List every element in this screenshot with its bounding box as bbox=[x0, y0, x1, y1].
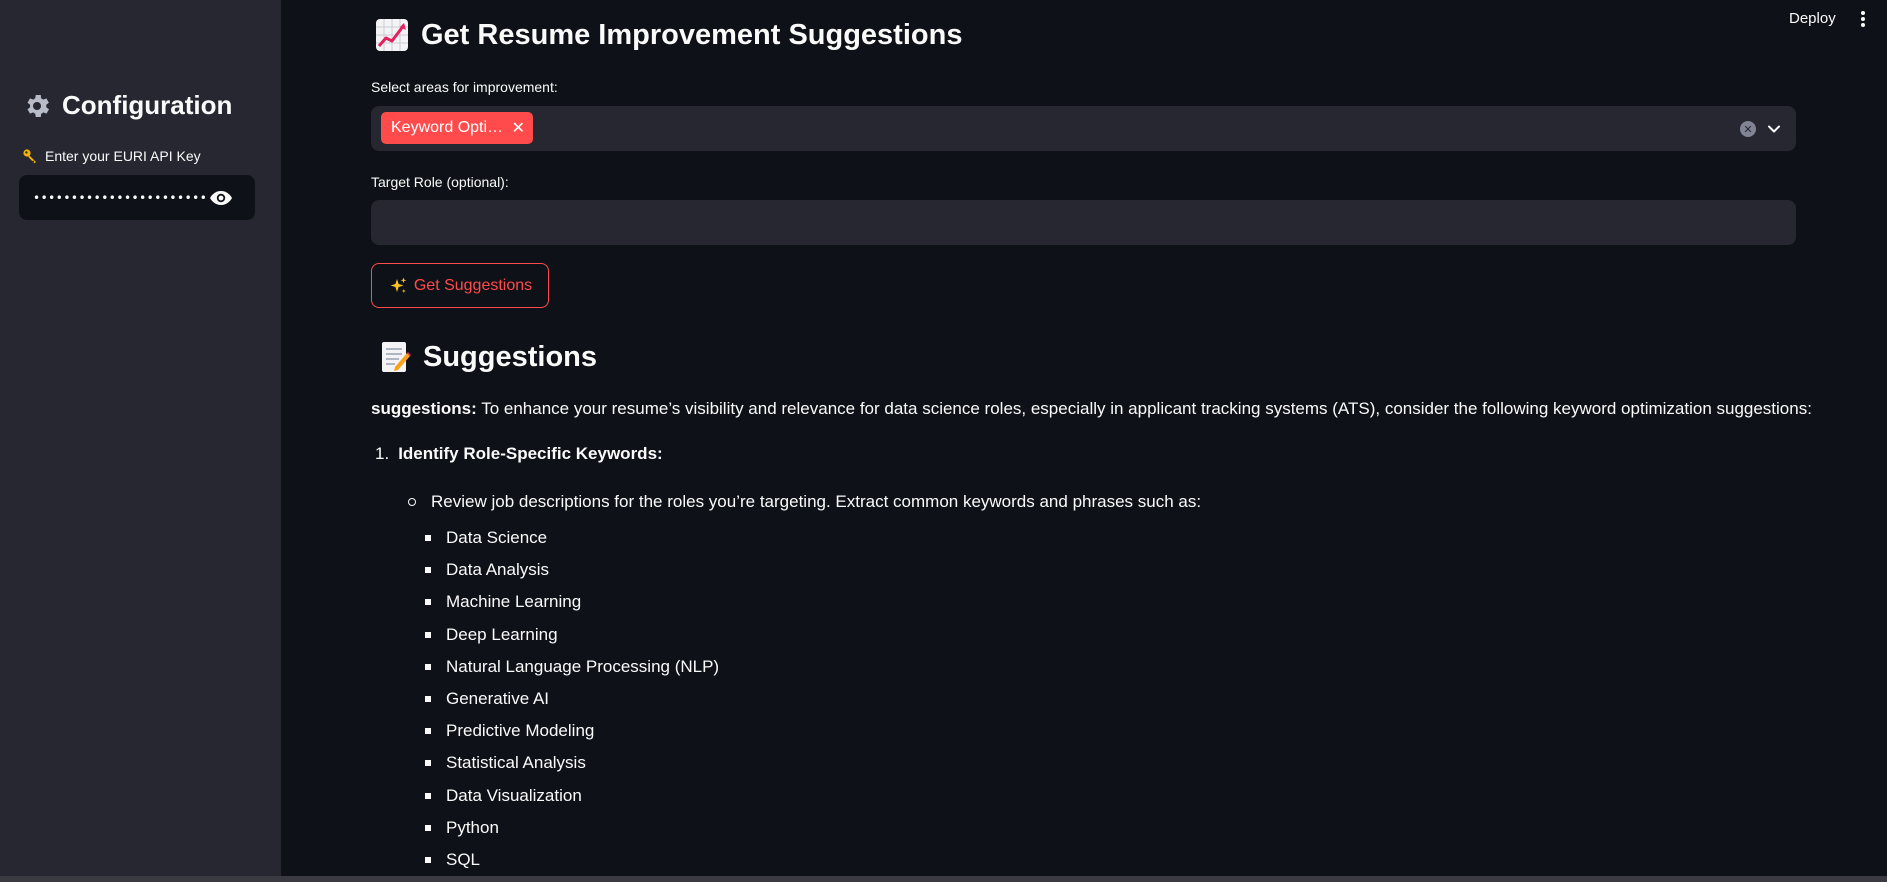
keyword-text: Predictive Modeling bbox=[446, 721, 595, 741]
keyword-item: Python bbox=[425, 812, 719, 844]
selected-area-tag-label: Keyword Optimi… bbox=[391, 119, 509, 136]
sidebar: Configuration Enter your EURI API Key ••… bbox=[0, 0, 281, 876]
square-bullet-icon bbox=[425, 567, 431, 574]
suggestions-intro-text: To enhance your resume’s visibility and … bbox=[476, 399, 1812, 418]
kebab-dot bbox=[1861, 23, 1865, 27]
app-root: Configuration Enter your EURI API Key ••… bbox=[0, 0, 1887, 882]
keyword-item: Natural Language Processing (NLP) bbox=[425, 651, 719, 683]
suggestions-intro: suggestions: To enhance your resume’s vi… bbox=[371, 399, 1821, 419]
keyword-item: Machine Learning bbox=[425, 586, 719, 618]
kebab-dot bbox=[1861, 17, 1865, 21]
keyword-text: Python bbox=[446, 817, 499, 837]
keyword-item: Generative AI bbox=[425, 683, 719, 715]
deploy-button[interactable]: Deploy bbox=[1789, 10, 1836, 27]
eye-icon[interactable] bbox=[209, 188, 233, 208]
sub-list-item: Review job descriptions for the roles yo… bbox=[408, 492, 1201, 512]
keyword-text: Data Visualization bbox=[446, 785, 582, 805]
selected-area-tag[interactable]: Keyword Optimi… ✕ bbox=[381, 112, 533, 144]
list-item: 1. Identify Role-Specific Keywords: bbox=[375, 444, 663, 464]
keyword-item: Data Analysis bbox=[425, 554, 719, 586]
target-role-input[interactable] bbox=[371, 200, 1796, 245]
keyword-item: Data Visualization bbox=[425, 780, 719, 812]
keyword-text: Data Analysis bbox=[446, 560, 549, 580]
target-role-label: Target Role (optional): bbox=[371, 174, 509, 190]
keyword-text: Machine Learning bbox=[446, 592, 582, 612]
get-suggestions-label: Get Suggestions bbox=[413, 276, 533, 294]
keyword-text: Natural Language Processing (NLP) bbox=[446, 656, 720, 676]
keyword-text: Deep Learning bbox=[446, 624, 558, 644]
sub-list-item-text: Review job descriptions for the roles yo… bbox=[431, 492, 1202, 511]
list-item-number: 1. bbox=[375, 444, 390, 463]
page-title: Get Resume Improvement Suggestions bbox=[375, 18, 962, 52]
bottom-scrollbar[interactable] bbox=[0, 876, 1887, 882]
api-key-input[interactable]: •••••••••••••••••••••••••••••••••••• bbox=[19, 175, 255, 220]
keyword-list: Data Science Data Analysis Machine Learn… bbox=[425, 522, 719, 876]
clear-all-icon[interactable]: ✕ bbox=[1740, 121, 1756, 137]
gear-icon bbox=[27, 94, 49, 117]
square-bullet-icon bbox=[425, 824, 431, 831]
suggestions-intro-bold: suggestions: bbox=[371, 399, 477, 418]
square-bullet-icon bbox=[425, 792, 431, 799]
keyword-item: Data Science bbox=[425, 522, 719, 554]
square-bullet-icon bbox=[425, 728, 431, 735]
list-item-title: Identify Role-Specific Keywords: bbox=[398, 444, 663, 463]
keyword-text: Data Science bbox=[446, 528, 548, 548]
square-bullet-icon bbox=[425, 535, 431, 542]
api-key-label-text: Enter your EURI API Key bbox=[45, 148, 201, 164]
keyword-item: Statistical Analysis bbox=[425, 747, 719, 779]
square-bullet-icon bbox=[425, 696, 431, 703]
circle-bullet-icon bbox=[408, 498, 416, 506]
api-key-masked-value: •••••••••••••••••••••••••••••••••••• bbox=[33, 190, 208, 205]
keyword-text: Generative AI bbox=[446, 689, 550, 709]
suggestions-heading: Suggestions bbox=[377, 340, 597, 374]
square-bullet-icon bbox=[425, 856, 431, 863]
areas-multiselect[interactable]: Keyword Optimi… ✕ ✕ bbox=[371, 106, 1796, 151]
key-icon bbox=[23, 149, 36, 164]
square-bullet-icon bbox=[425, 663, 431, 670]
areas-label: Select areas for improvement: bbox=[371, 79, 558, 95]
remove-tag-icon[interactable]: ✕ bbox=[512, 118, 525, 138]
keyword-item: Predictive Modeling bbox=[425, 715, 719, 747]
chevron-down-icon[interactable] bbox=[1766, 121, 1782, 137]
square-bullet-icon bbox=[425, 599, 431, 606]
api-key-label: Enter your EURI API Key bbox=[22, 148, 201, 164]
kebab-dot bbox=[1861, 11, 1865, 15]
keyword-item: SQL bbox=[425, 844, 719, 876]
keyword-text: SQL bbox=[446, 849, 481, 869]
suggestions-heading-text: Suggestions bbox=[423, 340, 598, 373]
kebab-menu-icon[interactable] bbox=[1858, 9, 1868, 29]
page-title-text: Get Resume Improvement Suggestions bbox=[421, 18, 963, 51]
get-suggestions-button[interactable]: Get Suggestions bbox=[371, 263, 549, 308]
sidebar-title-text: Configuration bbox=[62, 90, 233, 120]
keyword-text: Statistical Analysis bbox=[446, 753, 586, 773]
sidebar-title: Configuration bbox=[22, 90, 232, 121]
square-bullet-icon bbox=[425, 760, 431, 767]
sparkles-icon bbox=[390, 277, 407, 293]
chart-increasing-icon bbox=[376, 19, 408, 51]
memo-icon bbox=[382, 342, 411, 372]
square-bullet-icon bbox=[425, 631, 431, 638]
keyword-item: Deep Learning bbox=[425, 619, 719, 651]
